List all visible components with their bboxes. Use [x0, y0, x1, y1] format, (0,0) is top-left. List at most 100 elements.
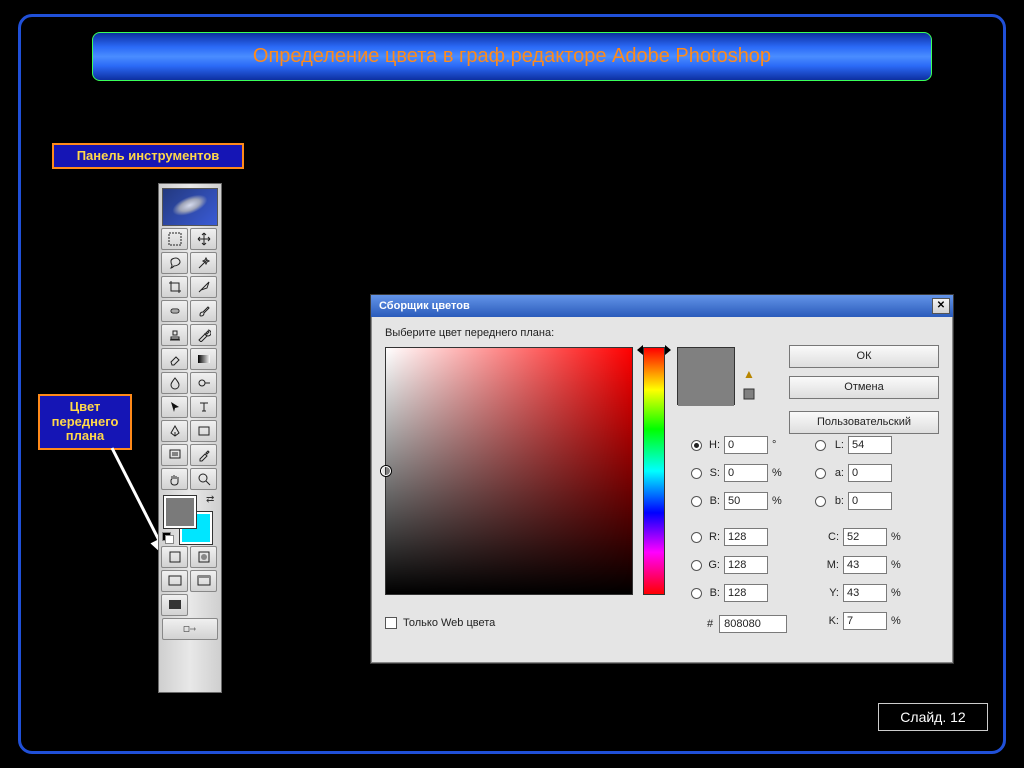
label-bh: B: [706, 495, 720, 507]
unit-m: % [891, 559, 903, 571]
radio-g[interactable] [691, 560, 702, 571]
lasso-tool-icon[interactable] [161, 252, 188, 274]
radio-b[interactable] [691, 496, 702, 507]
hash-label: # [707, 618, 713, 630]
hue-slider[interactable] [643, 347, 665, 595]
swap-colors-icon[interactable]: ⇄ [206, 494, 218, 506]
input-y[interactable]: 43 [843, 584, 887, 602]
zoom-tool-icon[interactable] [190, 468, 217, 490]
unit-k: % [891, 615, 903, 627]
mode-buttons [159, 546, 221, 616]
custom-button[interactable]: Пользовательский [789, 411, 939, 434]
label-tool-panel: Панель инструментов [52, 143, 244, 169]
input-h[interactable]: 0 [724, 436, 768, 454]
label-fg-color: Цвет переднего плана [38, 394, 132, 450]
tool-grid [159, 228, 221, 490]
color-swatches: ⇄ [162, 494, 218, 544]
radio-s[interactable] [691, 468, 702, 479]
old-color-swatch[interactable] [678, 377, 734, 406]
dialog-titlebar[interactable]: Сборщик цветов ✕ [371, 295, 953, 317]
brush-tool-icon[interactable] [190, 300, 217, 322]
type-tool-icon[interactable] [190, 396, 217, 418]
label-r: R: [706, 531, 720, 543]
hand-tool-icon[interactable] [161, 468, 188, 490]
dodge-tool-icon[interactable] [190, 372, 217, 394]
color-field-marker[interactable] [381, 466, 391, 476]
radio-h[interactable] [691, 440, 702, 451]
web-only-row: Только Web цвета [385, 617, 495, 629]
heal-tool-icon[interactable] [161, 300, 188, 322]
input-g[interactable]: 128 [724, 556, 768, 574]
radio-b2[interactable] [815, 496, 826, 507]
input-c[interactable]: 52 [843, 528, 887, 546]
label-fg-color-text: Цвет переднего плана [44, 400, 126, 445]
color-inputs: H: 0 ° L: 54 S: 0 % [691, 433, 937, 637]
stamp-tool-icon[interactable] [161, 324, 188, 346]
label-c: C: [825, 531, 839, 543]
marquee-tool-icon[interactable] [161, 228, 188, 250]
label-s: S: [706, 467, 720, 479]
radio-r[interactable] [691, 532, 702, 543]
label-k: K: [825, 615, 839, 627]
color-preview [677, 347, 735, 405]
pen-tool-icon[interactable] [161, 420, 188, 442]
web-only-checkbox[interactable] [385, 617, 397, 629]
unit-y: % [891, 587, 903, 599]
toolbox-logo [162, 188, 218, 226]
screen-std-icon[interactable] [161, 570, 188, 592]
foreground-swatch[interactable] [164, 496, 196, 528]
label-b2: b: [830, 495, 844, 507]
label-g: G: [706, 559, 720, 571]
gradient-tool-icon[interactable] [190, 348, 217, 370]
label-tool-panel-text: Панель инструментов [77, 149, 220, 164]
unit-b: % [772, 495, 784, 507]
cancel-button[interactable]: Отмена [789, 376, 939, 399]
input-r[interactable]: 128 [724, 528, 768, 546]
label-l: L: [830, 439, 844, 451]
eraser-tool-icon[interactable] [161, 348, 188, 370]
slide-title: Определение цвета в граф.редакторе Adobe… [92, 32, 932, 81]
move-tool-icon[interactable] [190, 228, 217, 250]
slice-tool-icon[interactable] [190, 276, 217, 298]
input-b2[interactable]: 0 [848, 492, 892, 510]
ok-button[interactable]: ОК [789, 345, 939, 368]
radio-a[interactable] [815, 468, 826, 479]
slide-title-text: Определение цвета в граф.редакторе Adobe… [253, 45, 771, 68]
new-color-swatch[interactable] [678, 348, 734, 377]
close-icon[interactable]: ✕ [932, 298, 950, 314]
radio-l[interactable] [815, 440, 826, 451]
input-hex[interactable]: 808080 [719, 615, 787, 633]
photoshop-toolbox: ⇄ [158, 183, 222, 693]
screen-menu-icon[interactable] [190, 570, 217, 592]
input-m[interactable]: 43 [843, 556, 887, 574]
wand-tool-icon[interactable] [190, 252, 217, 274]
input-s[interactable]: 0 [724, 464, 768, 482]
notes-tool-icon[interactable] [161, 444, 188, 466]
input-l[interactable]: 54 [848, 436, 892, 454]
blur-tool-icon[interactable] [161, 372, 188, 394]
unit-deg: ° [772, 439, 784, 451]
input-a[interactable]: 0 [848, 464, 892, 482]
color-picker-dialog: Сборщик цветов ✕ Выберите цвет переднего… [370, 294, 954, 664]
standard-mode-icon[interactable] [161, 546, 188, 568]
jump-to-imageready-icon[interactable] [162, 618, 218, 640]
input-bh[interactable]: 50 [724, 492, 768, 510]
quickmask-mode-icon[interactable] [190, 546, 217, 568]
path-select-tool-icon[interactable] [161, 396, 188, 418]
label-y: Y: [825, 587, 839, 599]
eyedropper-tool-icon[interactable] [190, 444, 217, 466]
hue-slider-thumb[interactable] [637, 345, 671, 355]
default-colors-icon[interactable] [162, 532, 174, 544]
input-k[interactable]: 7 [843, 612, 887, 630]
screen-full-icon[interactable] [161, 594, 188, 616]
websafe-cube-icon[interactable] [741, 387, 757, 401]
gamut-warning-icon[interactable]: ▲ [741, 367, 757, 381]
history-brush-tool-icon[interactable] [190, 324, 217, 346]
unit-s: % [772, 467, 784, 479]
input-bc[interactable]: 128 [724, 584, 768, 602]
color-field[interactable] [385, 347, 633, 595]
label-bc: B: [706, 587, 720, 599]
radio-bc[interactable] [691, 588, 702, 599]
crop-tool-icon[interactable] [161, 276, 188, 298]
shape-tool-icon[interactable] [190, 420, 217, 442]
